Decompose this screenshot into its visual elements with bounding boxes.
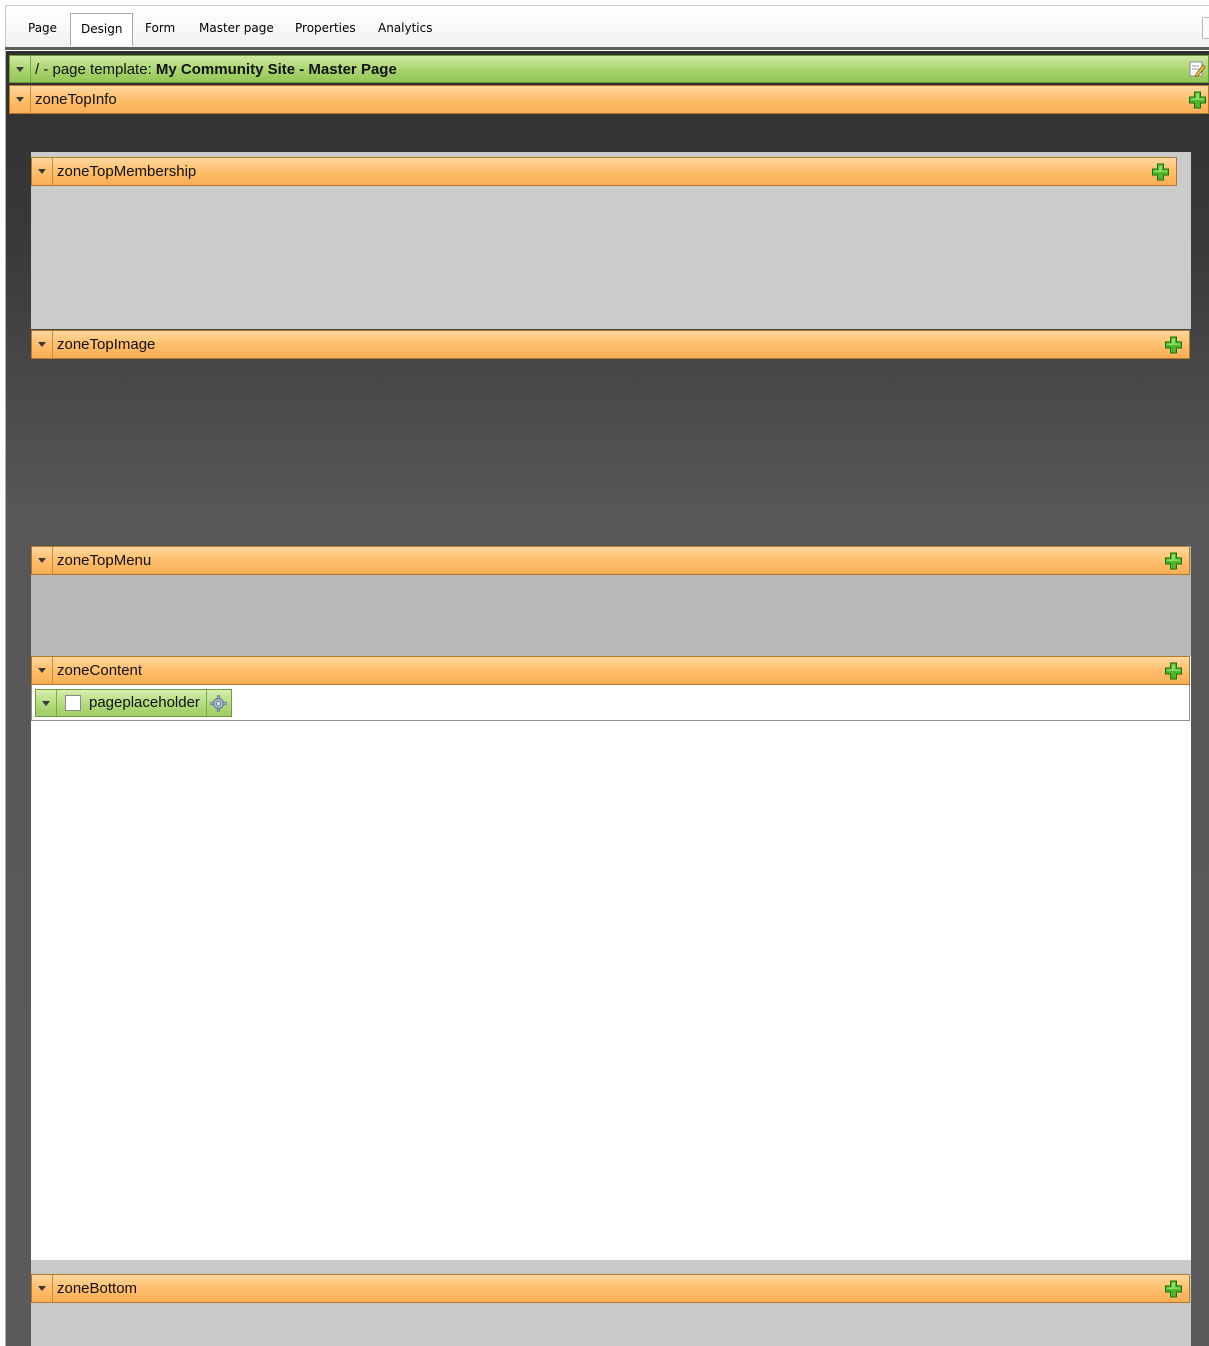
chevron-down-icon[interactable] [32,657,53,684]
add-webpart-icon[interactable] [1164,1279,1183,1298]
zone-body-content [31,656,1191,1260]
add-webpart-icon[interactable] [1151,162,1170,181]
edit-template-icon[interactable] [1188,60,1206,78]
chevron-down-icon[interactable] [32,547,53,574]
zone-header-content[interactable]: zoneContent [31,656,1190,685]
add-webpart-icon[interactable] [1164,335,1183,354]
tab-master-page[interactable]: Master page [189,13,284,44]
chevron-down-icon[interactable] [32,331,53,358]
webpart-select-checkbox[interactable] [65,695,81,711]
tab-analytics[interactable]: Analytics [368,13,443,44]
tab-bar: Page Design Form Master page Properties … [5,5,1209,50]
page-template-title: / - page template: My Community Site - M… [35,60,397,78]
tab-properties[interactable]: Properties [285,13,366,44]
gear-icon [210,694,228,712]
zone-header-top-menu[interactable]: zoneTopMenu [31,546,1190,575]
webpart-label: pageplaceholder [89,694,200,711]
zone-header-bottom[interactable]: zoneBottom [31,1274,1190,1303]
zone-header-top-membership[interactable]: zoneTopMembership [31,157,1177,186]
tab-divider [5,47,1209,50]
webpart-properties-button[interactable] [205,690,231,716]
add-webpart-icon[interactable] [1188,90,1207,109]
zone-label: zoneTopMenu [57,552,152,569]
chevron-down-icon[interactable] [10,56,31,82]
webpart-header-pageplaceholder[interactable]: pageplaceholder [35,689,232,717]
tab-form[interactable]: Form [135,13,185,44]
add-webpart-icon[interactable] [1164,551,1183,570]
tab-scroll-button[interactable] [1202,17,1209,39]
zone-label: zoneContent [57,662,143,679]
page-template-header[interactable]: / - page template: My Community Site - M… [9,55,1209,83]
add-webpart-icon[interactable] [1164,661,1183,680]
zone-body-bottom [31,1260,1191,1346]
chevron-down-icon[interactable] [32,158,53,185]
zone-label: zoneTopMembership [57,163,197,180]
zone-label: zoneBottom [57,1280,138,1297]
webpart-row: pageplaceholder [31,685,1190,721]
tab-design[interactable]: Design [70,13,134,46]
zone-label: zoneTopInfo [35,91,117,108]
zone-header-top-info[interactable]: zoneTopInfo [9,85,1209,114]
zone-header-top-image[interactable]: zoneTopImage [31,330,1190,359]
chevron-down-icon[interactable] [32,1275,53,1302]
chevron-down-icon[interactable] [36,690,57,716]
chevron-down-icon[interactable] [10,86,31,113]
zone-label: zoneTopImage [57,336,156,353]
tab-page[interactable]: Page [18,13,67,44]
